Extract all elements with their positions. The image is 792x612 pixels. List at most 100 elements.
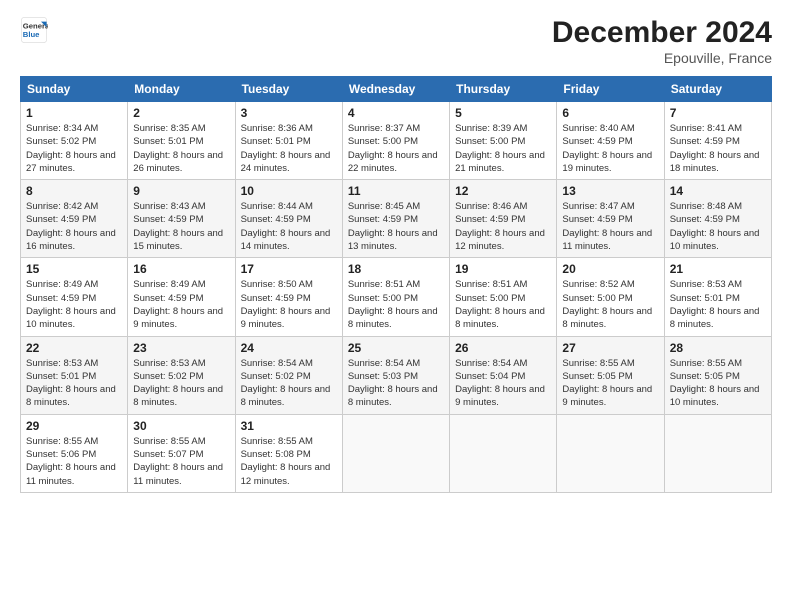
day-info: Sunrise: 8:39 AMSunset: 5:00 PMDaylight:… bbox=[455, 122, 551, 175]
day-info: Sunrise: 8:55 AMSunset: 5:08 PMDaylight:… bbox=[241, 435, 337, 488]
day-info: Sunrise: 8:43 AMSunset: 4:59 PMDaylight:… bbox=[133, 200, 229, 253]
day-number: 1 bbox=[26, 106, 122, 120]
day-number: 6 bbox=[562, 106, 658, 120]
day-cell-23: 23 Sunrise: 8:53 AMSunset: 5:02 PMDayligh… bbox=[128, 336, 235, 414]
day-info: Sunrise: 8:34 AMSunset: 5:02 PMDaylight:… bbox=[26, 122, 122, 175]
day-cell-18: 18 Sunrise: 8:51 AMSunset: 5:00 PMDayligh… bbox=[342, 258, 449, 336]
day-number: 4 bbox=[348, 106, 444, 120]
day-number: 28 bbox=[670, 341, 766, 355]
weekday-header-tuesday: Tuesday bbox=[235, 77, 342, 102]
week-row-1: 1 Sunrise: 8:34 AMSunset: 5:02 PMDaylight… bbox=[21, 102, 772, 180]
day-cell-17: 17 Sunrise: 8:50 AMSunset: 4:59 PMDayligh… bbox=[235, 258, 342, 336]
day-number: 18 bbox=[348, 262, 444, 276]
day-info: Sunrise: 8:40 AMSunset: 4:59 PMDaylight:… bbox=[562, 122, 658, 175]
day-cell-24: 24Sunrise: 8:54 AMSunset: 5:02 PMDayligh… bbox=[235, 336, 342, 414]
weekday-header-row: SundayMondayTuesdayWednesdayThursdayFrid… bbox=[21, 77, 772, 102]
day-cell-12: 12 Sunrise: 8:46 AMSunset: 4:59 PMDayligh… bbox=[450, 180, 557, 258]
weekday-header-friday: Friday bbox=[557, 77, 664, 102]
day-number: 12 bbox=[455, 184, 551, 198]
day-info: Sunrise: 8:47 AMSunset: 4:59 PMDaylight:… bbox=[562, 200, 658, 253]
weekday-header-wednesday: Wednesday bbox=[342, 77, 449, 102]
day-info: Sunrise: 8:52 AMSunset: 5:00 PMDaylight:… bbox=[562, 278, 658, 331]
day-cell-16: 16 Sunrise: 8:49 AMSunset: 4:59 PMDayligh… bbox=[128, 258, 235, 336]
day-number: 19 bbox=[455, 262, 551, 276]
day-number: 15 bbox=[26, 262, 122, 276]
logo: General Blue bbox=[20, 16, 48, 44]
day-info: Sunrise: 8:55 AMSunset: 5:07 PMDaylight:… bbox=[133, 435, 229, 488]
day-number: 20 bbox=[562, 262, 658, 276]
day-cell-22: 22 Sunrise: 8:53 AMSunset: 5:01 PMDayligh… bbox=[21, 336, 128, 414]
day-info: Sunrise: 8:55 AMSunset: 5:06 PMDaylight:… bbox=[26, 435, 122, 488]
day-cell-11: 11Sunrise: 8:45 AMSunset: 4:59 PMDayligh… bbox=[342, 180, 449, 258]
day-info: Sunrise: 8:37 AMSunset: 5:00 PMDaylight:… bbox=[348, 122, 444, 175]
day-number: 31 bbox=[241, 419, 337, 433]
day-info: Sunrise: 8:42 AMSunset: 4:59 PMDaylight:… bbox=[26, 200, 122, 253]
day-cell-15: 15Sunrise: 8:49 AMSunset: 4:59 PMDayligh… bbox=[21, 258, 128, 336]
day-info: Sunrise: 8:49 AMSunset: 4:59 PMDaylight:… bbox=[133, 278, 229, 331]
day-number: 10 bbox=[241, 184, 337, 198]
day-cell-3: 3Sunrise: 8:36 AMSunset: 5:01 PMDaylight… bbox=[235, 102, 342, 180]
day-number: 3 bbox=[241, 106, 337, 120]
day-number: 9 bbox=[133, 184, 229, 198]
day-cell-19: 19Sunrise: 8:51 AMSunset: 5:00 PMDayligh… bbox=[450, 258, 557, 336]
day-number: 13 bbox=[562, 184, 658, 198]
day-cell-5: 5 Sunrise: 8:39 AMSunset: 5:00 PMDaylight… bbox=[450, 102, 557, 180]
title-block: December 2024 Epouville, France bbox=[552, 16, 772, 66]
day-cell-28: 28Sunrise: 8:55 AMSunset: 5:05 PMDayligh… bbox=[664, 336, 771, 414]
day-cell-2: 2Sunrise: 8:35 AMSunset: 5:01 PMDaylight… bbox=[128, 102, 235, 180]
day-info: Sunrise: 8:46 AMSunset: 4:59 PMDaylight:… bbox=[455, 200, 551, 253]
day-number: 8 bbox=[26, 184, 122, 198]
month-title: December 2024 bbox=[552, 16, 772, 50]
empty-cell bbox=[664, 414, 771, 492]
day-number: 27 bbox=[562, 341, 658, 355]
header: General Blue December 2024 Epouville, Fr… bbox=[20, 16, 772, 66]
week-row-4: 22 Sunrise: 8:53 AMSunset: 5:01 PMDayligh… bbox=[21, 336, 772, 414]
day-cell-8: 8 Sunrise: 8:42 AMSunset: 4:59 PMDaylight… bbox=[21, 180, 128, 258]
day-cell-6: 6 Sunrise: 8:40 AMSunset: 4:59 PMDaylight… bbox=[557, 102, 664, 180]
day-info: Sunrise: 8:54 AMSunset: 5:02 PMDaylight:… bbox=[241, 357, 337, 410]
weekday-header-monday: Monday bbox=[128, 77, 235, 102]
day-info: Sunrise: 8:41 AMSunset: 4:59 PMDaylight:… bbox=[670, 122, 766, 175]
week-row-5: 29 Sunrise: 8:55 AMSunset: 5:06 PMDayligh… bbox=[21, 414, 772, 492]
day-number: 7 bbox=[670, 106, 766, 120]
day-number: 14 bbox=[670, 184, 766, 198]
day-number: 30 bbox=[133, 419, 229, 433]
day-number: 2 bbox=[133, 106, 229, 120]
day-info: Sunrise: 8:54 AMSunset: 5:04 PMDaylight:… bbox=[455, 357, 551, 410]
day-number: 5 bbox=[455, 106, 551, 120]
empty-cell bbox=[557, 414, 664, 492]
day-cell-9: 9 Sunrise: 8:43 AMSunset: 4:59 PMDaylight… bbox=[128, 180, 235, 258]
weekday-header-sunday: Sunday bbox=[21, 77, 128, 102]
calendar-body: 1 Sunrise: 8:34 AMSunset: 5:02 PMDaylight… bbox=[21, 102, 772, 493]
day-info: Sunrise: 8:48 AMSunset: 4:59 PMDaylight:… bbox=[670, 200, 766, 253]
day-info: Sunrise: 8:53 AMSunset: 5:01 PMDaylight:… bbox=[26, 357, 122, 410]
day-info: Sunrise: 8:50 AMSunset: 4:59 PMDaylight:… bbox=[241, 278, 337, 331]
day-cell-31: 31 Sunrise: 8:55 AMSunset: 5:08 PMDayligh… bbox=[235, 414, 342, 492]
day-cell-13: 13 Sunrise: 8:47 AMSunset: 4:59 PMDayligh… bbox=[557, 180, 664, 258]
day-number: 22 bbox=[26, 341, 122, 355]
location-subtitle: Epouville, France bbox=[552, 50, 772, 66]
day-number: 29 bbox=[26, 419, 122, 433]
calendar-header: SundayMondayTuesdayWednesdayThursdayFrid… bbox=[21, 77, 772, 102]
week-row-3: 15 Sunrise: 8:49 AMSunset: 4:59 PMDayligh… bbox=[21, 258, 772, 336]
day-number: 25 bbox=[348, 341, 444, 355]
day-number: 23 bbox=[133, 341, 229, 355]
day-cell-27: 27 Sunrise: 8:55 AMSunset: 5:05 PMDayligh… bbox=[557, 336, 664, 414]
day-number: 11 bbox=[348, 184, 444, 198]
day-info: Sunrise: 8:55 AMSunset: 5:05 PMDaylight:… bbox=[562, 357, 658, 410]
day-number: 17 bbox=[241, 262, 337, 276]
calendar-table: SundayMondayTuesdayWednesdayThursdayFrid… bbox=[20, 76, 772, 493]
day-cell-26: 26Sunrise: 8:54 AMSunset: 5:04 PMDayligh… bbox=[450, 336, 557, 414]
day-cell-7: 7 Sunrise: 8:41 AMSunset: 4:59 PMDaylight… bbox=[664, 102, 771, 180]
logo-icon: General Blue bbox=[20, 16, 48, 44]
day-cell-10: 10Sunrise: 8:44 AMSunset: 4:59 PMDayligh… bbox=[235, 180, 342, 258]
day-number: 16 bbox=[133, 262, 229, 276]
empty-cell bbox=[342, 414, 449, 492]
day-cell-1: 1 Sunrise: 8:34 AMSunset: 5:02 PMDaylight… bbox=[21, 102, 128, 180]
week-row-2: 8 Sunrise: 8:42 AMSunset: 4:59 PMDaylight… bbox=[21, 180, 772, 258]
day-info: Sunrise: 8:51 AMSunset: 5:00 PMDaylight:… bbox=[348, 278, 444, 331]
day-info: Sunrise: 8:53 AMSunset: 5:02 PMDaylight:… bbox=[133, 357, 229, 410]
day-cell-21: 21Sunrise: 8:53 AMSunset: 5:01 PMDayligh… bbox=[664, 258, 771, 336]
day-cell-29: 29 Sunrise: 8:55 AMSunset: 5:06 PMDayligh… bbox=[21, 414, 128, 492]
weekday-header-thursday: Thursday bbox=[450, 77, 557, 102]
